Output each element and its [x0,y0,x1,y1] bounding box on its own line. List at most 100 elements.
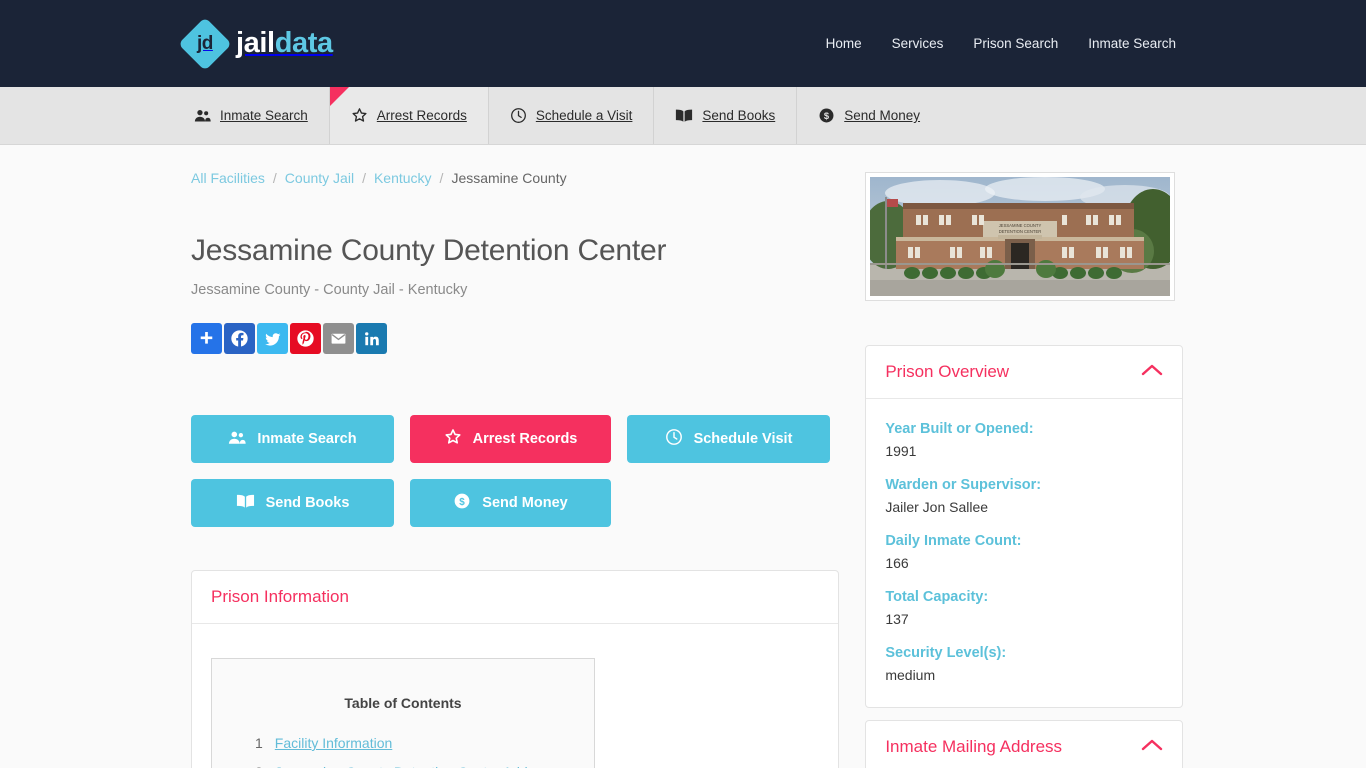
button-label: Schedule Visit [693,431,793,447]
overview-value-security-level: medium [885,667,936,683]
panel-title: Inmate Mailing Address [885,737,1063,756]
nav-item-home[interactable]: Home [826,36,862,51]
pinterest-icon[interactable] [290,323,321,354]
table-of-contents: Table of Contents 1 Facility Information… [211,658,595,768]
subnav-label: Arrest Records [376,108,467,123]
dollar-circle-icon: $ [453,492,471,514]
overview-label-warden: Warden or Supervisor: [885,477,1042,493]
prison-overview-body: Year Built or Opened: 1991 Warden or Sup… [866,399,1182,707]
prison-information-header: Prison Information [192,571,838,624]
brand-word-data: data [274,27,333,59]
svg-text:$: $ [460,497,466,508]
send-books-button[interactable]: Send Books [191,479,394,527]
main-navigation: Home Services Prison Search Inmate Searc… [826,36,1176,51]
subnav-item-schedule-a-visit[interactable]: Schedule a Visit [487,87,654,144]
social-share-bar [184,298,850,354]
book-icon [236,493,255,513]
subnav-label: Send Money [844,108,921,123]
jd-diamond-logo-icon: jd [178,16,232,71]
page-title: Jessamine County Detention Center [191,234,667,267]
send-money-button[interactable]: $ Send Money [410,479,611,527]
brand-wordmark: jaildata [236,27,333,60]
prison-overview-panel: Prison Overview Year Built or Opened: 19… [865,345,1183,708]
arrest-records-button[interactable]: Arrest Records [410,415,611,463]
overview-label-total-capacity: Total Capacity: [885,589,989,605]
toc-list-item: 2 Jessamine County Detention Center Addr… [236,758,570,768]
overview-label-daily-inmate-count: Daily Inmate Count: [885,533,1022,549]
panel-title: Prison Information [211,587,349,606]
twitter-icon[interactable] [257,323,288,354]
toc-number: 1 [255,735,263,751]
logo-monogram: jd [197,32,213,54]
schedule-visit-button[interactable]: Schedule Visit [627,415,830,463]
toc-number: 2 [255,764,263,768]
facebook-icon[interactable] [224,323,255,354]
subnav-label: Send Books [702,108,776,123]
table-of-contents-title: Table of Contents [344,695,462,711]
nav-item-inmate-search[interactable]: Inmate Search [1088,36,1176,51]
book-icon [675,108,693,123]
chevron-up-icon[interactable] [1141,363,1163,382]
email-icon[interactable] [323,323,354,354]
toc-link-facility-information[interactable]: Facility Information [275,735,392,751]
breadcrumb-separator: / [272,170,277,186]
clock-icon [665,428,683,450]
main-content-column: All Facilities / County Jail / Kentucky … [184,145,865,768]
dollar-circle-icon: $ [818,107,835,124]
nav-item-services[interactable]: Services [892,36,944,51]
prison-overview-header[interactable]: Prison Overview [866,346,1182,399]
linkedin-icon[interactable] [356,323,387,354]
svg-text:$: $ [824,111,830,121]
subnav-item-send-books[interactable]: Send Books [653,87,796,144]
nav-item-prison-search[interactable]: Prison Search [973,36,1058,51]
brand-word-jail: jail [236,27,275,59]
overview-value-total-capacity: 137 [885,611,909,627]
secondary-navigation: Inmate Search Arrest Records Schedule a … [0,87,1366,145]
inmate-mailing-address-panel: Inmate Mailing Address [865,720,1183,768]
star-badge-icon [444,428,462,450]
people-icon [194,108,211,123]
quick-action-buttons: Inmate Search Arrest Records Schedule Vi… [184,354,832,527]
people-icon [228,430,247,449]
facility-photo: JESSAMINE COUNTY DETENTION CENTER [870,177,1171,296]
subnav-label: Inmate Search [220,108,308,123]
subnav-item-arrest-records[interactable]: Arrest Records [328,87,488,144]
star-badge-icon [351,107,368,124]
page-subtitle: Jessamine County - County Jail - Kentuck… [191,282,468,298]
overview-value-year-built: 1991 [885,443,917,459]
breadcrumb-current: Jessamine County [451,170,567,186]
button-label: Send Money [482,495,568,511]
overview-value-daily-inmate-count: 166 [885,555,909,571]
button-label: Send Books [265,495,350,511]
site-header: jd jaildata Home Services Prison Search … [0,0,1366,87]
panel-title: Prison Overview [885,362,1010,381]
site-logo[interactable]: jd jaildata [178,16,333,71]
inmate-search-button[interactable]: Inmate Search [191,415,394,463]
breadcrumb-kentucky[interactable]: Kentucky [374,170,432,186]
breadcrumb-county-jail[interactable]: County Jail [285,170,354,186]
addthis-share-icon[interactable] [191,323,222,354]
button-label: Arrest Records [472,431,578,447]
active-corner-flag-icon [329,87,349,106]
breadcrumb-separator: / [362,170,366,186]
subnav-label: Schedule a Visit [535,108,633,123]
clock-icon [510,107,527,124]
breadcrumb-separator: / [439,170,444,186]
facility-photo-frame: JESSAMINE COUNTY DETENTION CENTER [865,172,1176,301]
subnav-item-send-money[interactable]: $ Send Money [796,87,941,144]
overview-value-warden: Jailer Jon Sallee [885,499,989,515]
sidebar-column: JESSAMINE COUNTY DETENTION CENTER Prison… [865,145,1183,768]
toc-link-addresses[interactable]: Jessamine County Detention Center Addres… [275,764,569,768]
subnav-item-inmate-search[interactable]: Inmate Search [186,87,329,144]
toc-list-item: 1 Facility Information [236,729,570,758]
chevron-up-icon[interactable] [1141,738,1163,757]
prison-information-panel: Prison Information Table of Contents 1 F… [191,570,839,768]
breadcrumb: All Facilities / County Jail / Kentucky … [184,145,850,186]
overview-label-security-level: Security Level(s): [885,645,1007,661]
breadcrumb-all-facilities[interactable]: All Facilities [191,170,265,186]
button-label: Inmate Search [257,431,357,447]
svg-text:JESSAMINE COUNTY: JESSAMINE COUNTY [999,223,1042,228]
svg-text:DETENTION CENTER: DETENTION CENTER [999,229,1042,234]
overview-label-year-built: Year Built or Opened: [885,421,1034,437]
inmate-mailing-address-header[interactable]: Inmate Mailing Address [866,721,1182,768]
